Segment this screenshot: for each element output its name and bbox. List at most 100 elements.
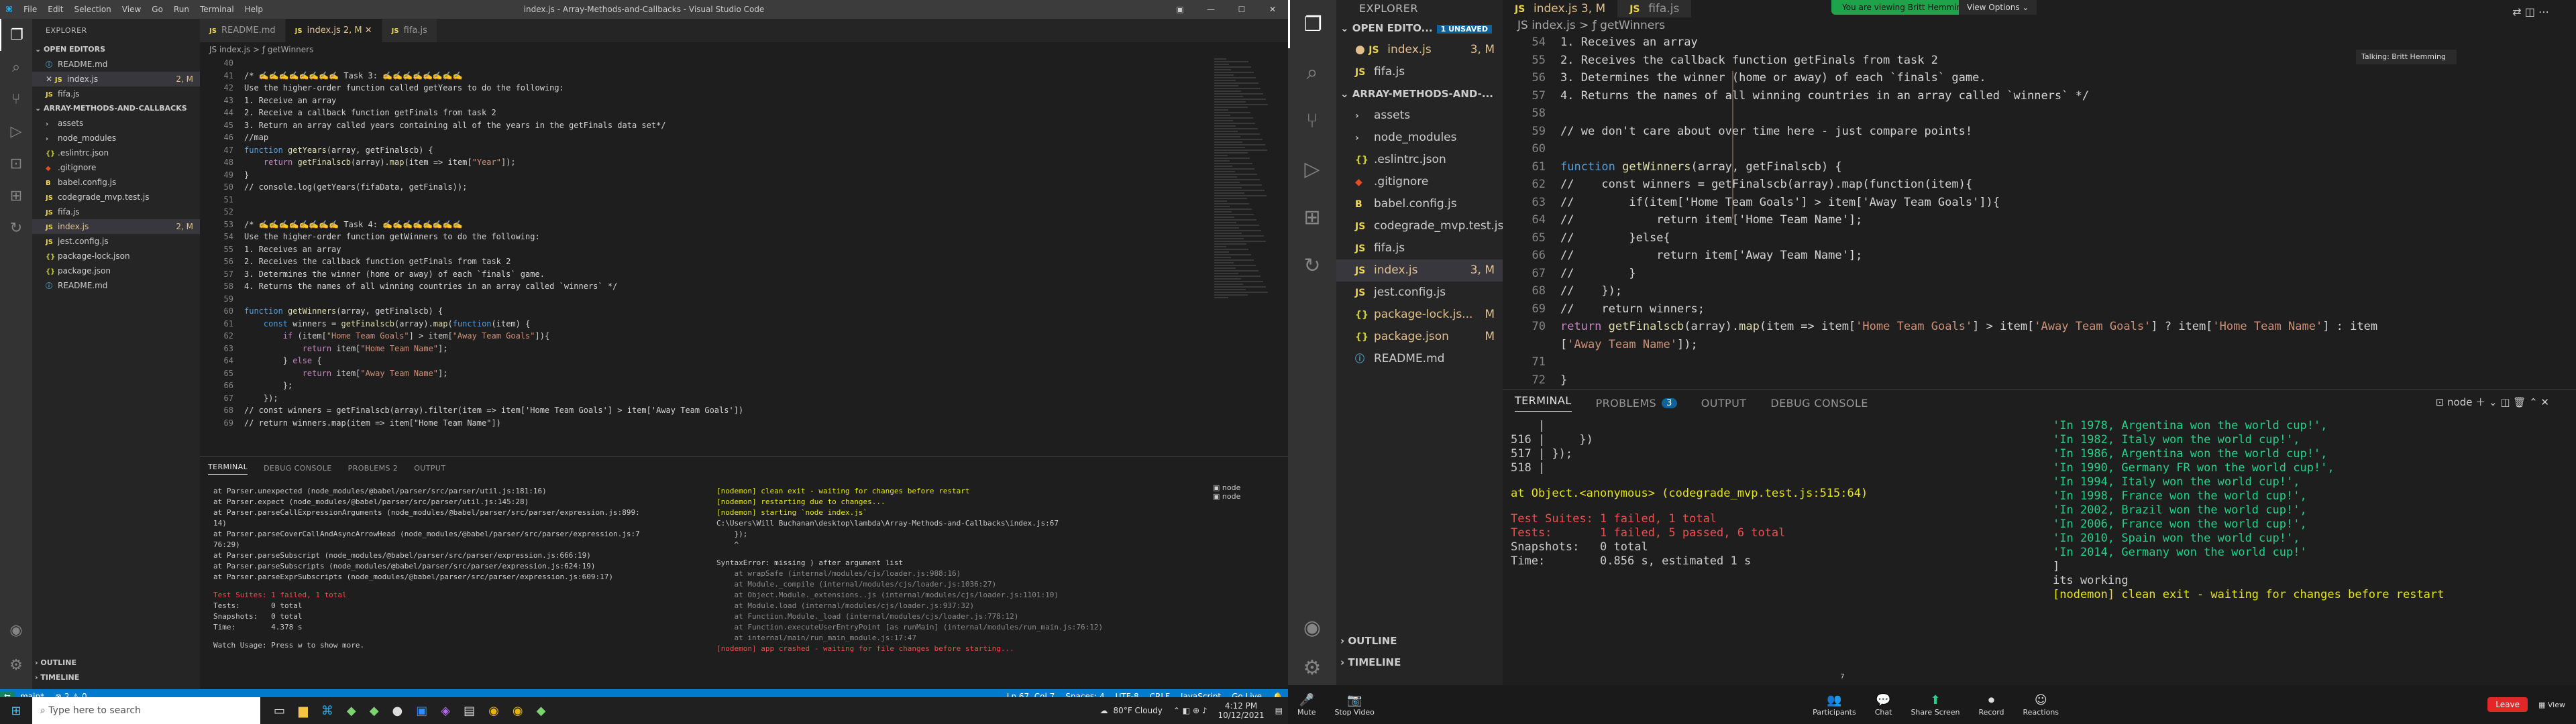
file-tree-item[interactable]: JS index.js 2, M	[32, 219, 200, 234]
open-editor-item[interactable]: ✕ JS index.js 2, M	[32, 72, 200, 86]
leave-button[interactable]: Leave	[2487, 697, 2528, 712]
file-tree-item[interactable]: ⓘ README.md	[32, 278, 200, 293]
outline-section[interactable]: › OUTLINE	[32, 656, 200, 670]
close-icon[interactable]: ✕	[362, 25, 372, 36]
file-tree-item[interactable]: JS fifa.js	[32, 204, 200, 219]
maximize-icon[interactable]: ☐	[1226, 0, 1257, 19]
tab-2[interactable]: JS fifa.js	[382, 19, 437, 42]
terminal-jest[interactable]: at Parser.unexpected (node_modules/@babe…	[213, 486, 723, 651]
breadcrumb[interactable]: JS index.js > ƒ getWinners	[200, 42, 1288, 57]
close-icon[interactable]: ✕	[46, 74, 55, 84]
remote-explorer-icon[interactable]: ⊡	[0, 147, 32, 180]
line-number: 56	[223, 257, 233, 266]
file-tree-item[interactable]: {} package-lock.json	[32, 249, 200, 263]
taskbar-search[interactable]: ⌕ Type here to search	[32, 697, 260, 724]
file-name: assets	[1374, 109, 1411, 122]
zoom-share-screen-button[interactable]: ⬆ Share Screen	[1911, 693, 1960, 717]
file-tree-item[interactable]: JS codegrade_mvp.test.js	[32, 190, 200, 204]
open-editors-section[interactable]: ⌄ OPEN EDITORS	[32, 42, 200, 57]
zoom-reactions-button[interactable]: ☺ Reactions	[2023, 693, 2059, 717]
file-name: index.js	[1374, 263, 1418, 277]
open-editor-item[interactable]: ⓘ README.md	[32, 57, 200, 72]
clock-time[interactable]: 4:12 PM	[1218, 701, 1264, 711]
code-line: 62 // const winners = getFinalscb(array).…	[1503, 176, 2576, 194]
layout-icon[interactable]: ▣	[1165, 0, 1195, 19]
file-tree-item[interactable]: › assets	[32, 116, 200, 131]
terminal-nodemon[interactable]: [nodemon] clean exit - waiting for chang…	[716, 486, 1146, 654]
task-view-icon[interactable]: ▭	[274, 704, 285, 718]
file-tree-item[interactable]: {} .eslintrc.json	[32, 145, 200, 160]
tab-0[interactable]: JS README.md	[200, 19, 286, 42]
chrome-icon[interactable]: ◉	[513, 704, 523, 718]
terminal-line: [nodemon] starting `node index.js`	[716, 508, 868, 517]
line-number: 50	[223, 182, 233, 192]
vscode-taskbar-icon[interactable]: ⌘	[321, 704, 333, 718]
app-icon[interactable]: ◆	[370, 704, 379, 718]
explorer-icon[interactable]: ❐	[0, 19, 32, 51]
line-text: // const winners = getFinalscb(array).ma…	[1560, 178, 1973, 191]
weather-text[interactable]: 80°F Cloudy	[1114, 706, 1163, 715]
notifications-icon[interactable]: ▤	[1275, 706, 1283, 715]
terminal-icon[interactable]: ▤	[464, 704, 475, 718]
minimap[interactable]	[1214, 57, 1275, 325]
clock-date[interactable]: 10/12/2021	[1218, 711, 1264, 720]
talking-indicator: Talking: Britt Hemming	[2356, 50, 2457, 64]
line-number: 45	[223, 120, 233, 130]
view-button[interactable]: ▦ View	[2538, 701, 2565, 709]
zoom-stop-video-button[interactable]: 📷 Stop Video	[1335, 693, 1375, 717]
app-icon[interactable]: ◆	[347, 704, 356, 718]
github-icon[interactable]: ●	[392, 704, 403, 718]
timeline-section[interactable]: › TIMELINE	[32, 670, 200, 685]
manage-gear-icon[interactable]: ⚙	[0, 649, 32, 681]
app-icon[interactable]: ◆	[537, 704, 546, 718]
menu-file[interactable]: File	[23, 5, 37, 14]
menu-run[interactable]: Run	[174, 5, 189, 14]
live-share-icon[interactable]: ↻	[0, 212, 32, 244]
terminal-instance[interactable]: ▣ node	[1213, 492, 1240, 501]
menu-view[interactable]: View	[122, 5, 141, 14]
zoom-record-button[interactable]: ⏺ Record	[1979, 693, 2004, 717]
chrome-icon[interactable]: ◉	[488, 704, 499, 718]
file-tree-item[interactable]: Bbabel.config.js	[32, 175, 200, 190]
close-window-icon[interactable]: ✕	[1257, 0, 1288, 19]
panel-tab-0[interactable]: TERMINAL	[208, 463, 248, 475]
file-explorer-icon[interactable]: ▆	[299, 704, 308, 718]
panel-tab-1[interactable]: DEBUG CONSOLE	[264, 464, 332, 473]
view-options-button[interactable]: View Options ⌄	[1959, 0, 2037, 15]
tray-icons[interactable]: ⌃ ◧ ⊕ ♪	[1173, 706, 1208, 715]
file-name: package-lock.js...	[1374, 308, 1473, 321]
line-number: 63	[223, 343, 233, 353]
file-name: package.json	[1374, 330, 1449, 343]
app-icon[interactable]: ◈	[441, 704, 450, 718]
terminal-instance[interactable]: ▣ node	[1213, 483, 1240, 492]
weather-icon[interactable]: ☁	[1100, 706, 1108, 715]
account-icon[interactable]: ◉	[0, 614, 32, 646]
zoom-participants-button[interactable]: 7👥Participants	[1813, 673, 1856, 717]
terminal-line: 'In 1998, France won the world cup!',	[2053, 489, 2307, 503]
menu-edit[interactable]: Edit	[48, 5, 63, 14]
line-text: }	[1560, 373, 1568, 387]
menu-selection[interactable]: Selection	[74, 5, 111, 14]
zoom-taskbar-icon[interactable]: ▣	[416, 704, 427, 718]
zoom-mute-button[interactable]: 🎤 Mute	[1297, 693, 1316, 717]
source-control-icon[interactable]: ⑂	[0, 83, 32, 115]
tab-1[interactable]: JS index.js 2, M ✕	[285, 19, 382, 42]
panel-tab-2[interactable]: PROBLEMS 2	[348, 464, 398, 473]
line-text: return getFinalscb(array).map(item => it…	[263, 158, 516, 167]
file-tree-item[interactable]: › node_modules	[32, 131, 200, 145]
panel-tab-3[interactable]: OUTPUT	[414, 464, 445, 473]
menu-terminal[interactable]: Terminal	[200, 5, 234, 14]
start-icon[interactable]: ⊞	[0, 704, 32, 718]
minimize-icon[interactable]: —	[1195, 0, 1226, 19]
search-icon[interactable]: ⌕	[0, 51, 32, 83]
file-tree-item[interactable]: ◆ .gitignore	[32, 160, 200, 175]
run-debug-icon[interactable]: ▷	[0, 115, 32, 147]
project-section[interactable]: ⌄ ARRAY-METHODS-AND-CALLBACKS	[32, 101, 200, 116]
zoom-chat-button[interactable]: 💬 Chat	[1875, 693, 1892, 717]
open-editor-item[interactable]: JS fifa.js	[32, 86, 200, 101]
menu-go[interactable]: Go	[152, 5, 163, 14]
file-tree-item[interactable]: JS jest.config.js	[32, 234, 200, 249]
extensions-icon[interactable]: ⊞	[0, 180, 32, 212]
menu-help[interactable]: Help	[245, 5, 263, 14]
file-tree-item[interactable]: {} package.json	[32, 263, 200, 278]
